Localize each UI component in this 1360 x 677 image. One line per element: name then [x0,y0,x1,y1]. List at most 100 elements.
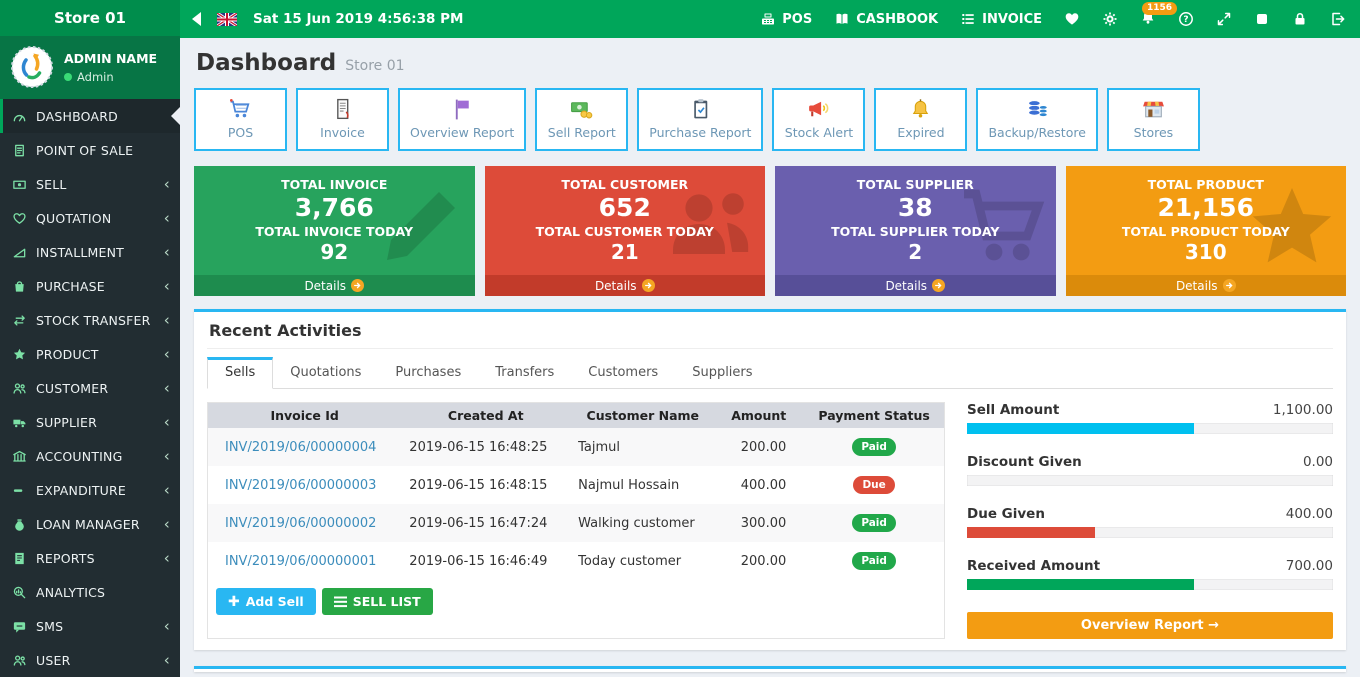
heart-icon[interactable] [1064,11,1080,27]
users-icon [12,653,27,668]
chevron-left-icon: ‹ [164,177,170,192]
sidebar-menu: DASHBOARD POINT OF SALE SELL‹ QUOTATION‹… [0,99,180,677]
list-icon [334,596,347,608]
store-icon [1141,97,1166,122]
summary-discount-given: Discount Given0.00 [967,454,1333,486]
gear-icon[interactable] [1102,11,1118,27]
stat-card-invoice: TOTAL INVOICE 3,766 TOTAL INVOICE TODAY … [194,166,475,296]
sidebar-item-quotation[interactable]: QUOTATION‹ [0,201,180,235]
tab-purchases[interactable]: Purchases [378,357,478,389]
quick-access-row: POS Invoice Overview Report Sell Report … [194,88,1346,151]
arrow-circle-icon [642,279,655,292]
sell-list-button[interactable]: SELL LIST [322,588,433,615]
summary-received-amount: Received Amount700.00 [967,558,1333,590]
quick-button-stores[interactable]: Stores [1107,88,1200,151]
chevron-left-icon: ‹ [164,619,170,634]
quick-button-purchase-report[interactable]: Purchase Report [637,88,763,151]
quick-button-backup-restore[interactable]: Backup/Restore [976,88,1097,151]
sidebar-item-expanditure[interactable]: EXPANDITURE‹ [0,473,180,507]
topbar: Sat 15 Jun 2019 4:56:38 PM POS CASHBOOK … [180,0,1360,38]
uk-flag-icon[interactable] [217,13,237,26]
sidebar-item-installment[interactable]: INSTALLMENT‹ [0,235,180,269]
next-panel-top-edge [194,666,1346,672]
help-icon[interactable]: ? [1178,11,1194,27]
lock-icon[interactable] [1292,11,1308,27]
table-header-row: Invoice Id Created At Customer Name Amou… [208,403,944,428]
panel-title: Recent Activities [207,312,1333,349]
quick-button-stock-alert[interactable]: Stock Alert [772,88,865,151]
summary-due-given: Due Given400.00 [967,506,1333,538]
chevron-left-icon: ‹ [164,211,170,226]
arrow-circle-icon [351,279,364,292]
sidebar-item-user[interactable]: USER‹ [0,643,180,677]
online-status-dot [64,73,72,81]
sidebar-item-analytics[interactable]: ANALYTICS [0,575,180,609]
star-icon [12,347,27,362]
document-icon [12,551,27,566]
quick-button-invoice[interactable]: Invoice [296,88,389,151]
tab-customers[interactable]: Customers [571,357,675,389]
money-icon [569,97,594,122]
sidebar-item-product[interactable]: PRODUCT‹ [0,337,180,371]
book-icon [834,11,850,27]
arrow-circle-icon [1223,279,1236,292]
tab-sells[interactable]: Sells [207,357,273,389]
receipt-icon [12,143,27,158]
square-icon[interactable] [1254,11,1270,27]
chevron-left-icon: ‹ [164,313,170,328]
dashboard-icon [12,109,27,124]
invoice-link[interactable]: INV/2019/06/00000001 [208,542,401,580]
table-row: INV/2019/06/00000003 2019-06-15 16:48:15… [208,466,944,504]
chat-icon [12,619,27,634]
sidebar-item-accounting[interactable]: ACCOUNTING‹ [0,439,180,473]
tab-quotations[interactable]: Quotations [273,357,378,389]
topnav-invoice[interactable]: INVOICE [960,11,1042,27]
page-subtitle: Store 01 [345,58,404,74]
expand-icon[interactable] [1216,11,1232,27]
chevron-left-icon: ‹ [164,245,170,260]
overview-report-button[interactable]: Overview Report → [967,612,1333,639]
sidebar-item-customer[interactable]: CUSTOMER‹ [0,371,180,405]
invoice-link[interactable]: INV/2019/06/00000003 [208,466,401,504]
flag-icon [450,97,475,122]
topnav-pos[interactable]: POS [760,11,812,27]
tab-transfers[interactable]: Transfers [478,357,571,389]
chevron-left-icon: ‹ [164,415,170,430]
quick-button-expired[interactable]: Expired [874,88,967,151]
quick-button-pos[interactable]: POS [194,88,287,151]
sidebar-collapse-button[interactable] [192,12,201,26]
quick-button-sell-report[interactable]: Sell Report [535,88,628,151]
user-panel: ADMIN NAME Admin [0,36,180,99]
tab-suppliers[interactable]: Suppliers [675,357,769,389]
details-link[interactable]: Details [775,275,1056,296]
sidebar-item-loan-manager[interactable]: LOAN MANAGER‹ [0,507,180,541]
magnifier-chart-icon [12,585,27,600]
sidebar-item-reports[interactable]: REPORTS‹ [0,541,180,575]
clipboard-icon [688,97,713,122]
active-item-arrow [171,107,180,125]
list-icon [960,11,976,27]
store-name-header[interactable]: Store 01 [0,0,180,36]
sidebar-item-dashboard[interactable]: DASHBOARD [0,99,180,133]
logout-icon[interactable] [1330,11,1346,27]
sidebar-item-sell[interactable]: SELL‹ [0,167,180,201]
sidebar: Store 01 ADMIN NAME Admin DASHBOARD POIN… [0,0,180,677]
sidebar-item-sms[interactable]: SMS‹ [0,609,180,643]
quick-button-overview-report[interactable]: Overview Report [398,88,526,151]
recent-activities-tabs: Sells Quotations Purchases Transfers Cus… [207,357,1333,389]
sidebar-item-stock-transfer[interactable]: STOCK TRANSFER‹ [0,303,180,337]
details-link[interactable]: Details [194,275,475,296]
sidebar-item-supplier[interactable]: SUPPLIER‹ [0,405,180,439]
status-badge: Paid [852,552,896,570]
details-link[interactable]: Details [485,275,766,296]
topnav-cashbook[interactable]: CASHBOOK [834,11,938,27]
chevron-left-icon: ‹ [164,449,170,464]
invoice-link[interactable]: INV/2019/06/00000004 [208,428,401,466]
add-sell-button[interactable]: ✚Add Sell [216,588,316,615]
chevron-left-icon: ‹ [164,517,170,532]
invoice-link[interactable]: INV/2019/06/00000002 [208,504,401,542]
notifications-button[interactable]: 1156 [1140,9,1156,29]
details-link[interactable]: Details [1066,275,1347,296]
sidebar-item-purchase[interactable]: PURCHASE‹ [0,269,180,303]
sidebar-item-point-of-sale[interactable]: POINT OF SALE [0,133,180,167]
